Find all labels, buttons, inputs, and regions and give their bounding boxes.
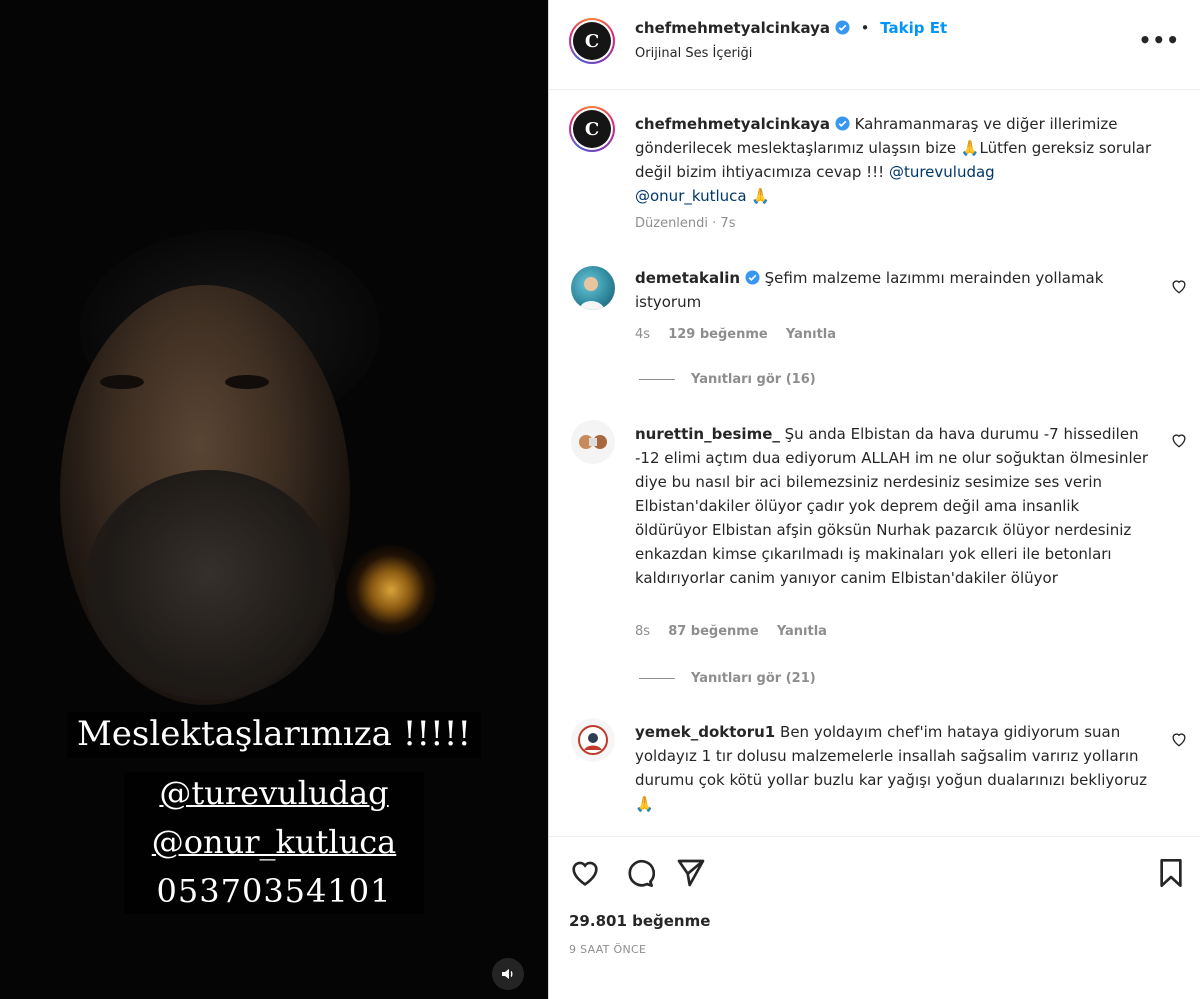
profile-photo-icon <box>579 435 607 449</box>
avatar-logo: C <box>573 22 611 60</box>
comment-bubble-icon[interactable] <box>623 857 655 889</box>
post-caption: chefmehmetyalcinkaya Kahramanmaraş ve di… <box>635 112 1155 208</box>
avatar-logo: C <box>573 110 611 148</box>
video-caption-title: Meslektaşlarımıza !!!!! <box>0 712 548 758</box>
caption-username[interactable]: chefmehmetyalcinkaya <box>635 115 830 133</box>
comment-username[interactable]: yemek_doktoru1 <box>635 723 775 741</box>
comment-likes[interactable]: 87 beğenme <box>668 624 758 639</box>
follow-button[interactable]: Takip Et <box>880 19 947 37</box>
header-separator: • <box>860 19 870 37</box>
caption-emoji: 🙏 <box>746 187 771 205</box>
video-caption-title-text: Meslektaşlarımıza !!!!! <box>66 712 482 758</box>
comment-likes[interactable]: 129 beğenme <box>668 327 768 342</box>
comment-meta: 8s 87 beğenme Yanıtla <box>635 624 841 639</box>
caption-edited-time: Düzenlendi · 7s <box>635 216 736 231</box>
reply-button[interactable]: Yanıtla <box>777 624 827 639</box>
comment-time: 4s <box>635 327 651 342</box>
view-replies-button[interactable]: Yanıtları gör (21) <box>639 671 816 686</box>
reply-button[interactable]: Yanıtla <box>786 327 836 342</box>
avatar[interactable] <box>571 266 615 310</box>
video-light-shape <box>346 545 436 635</box>
avatar[interactable] <box>571 420 615 464</box>
verified-badge-icon <box>835 116 850 131</box>
more-options-button[interactable]: ••• <box>1139 28 1180 52</box>
post-actions: 29.801 beğenme 9 SAAT ÖNCE <box>549 836 1200 999</box>
verified-badge-icon <box>835 20 850 35</box>
video-eye-shape <box>225 375 269 389</box>
video-eye-shape <box>100 375 144 389</box>
verified-badge-icon <box>745 270 760 285</box>
post-timestamp: 9 SAAT ÖNCE <box>569 943 647 956</box>
profile-photo-icon <box>579 277 605 310</box>
comment: nurettin_besime_ Şu anda Elbistan da hav… <box>635 422 1155 590</box>
header-user-line: chefmehmetyalcinkaya • Takip Et <box>635 19 947 37</box>
comment-meta: 4s 129 beğenme Yanıtla <box>635 327 850 342</box>
avatar[interactable]: C <box>569 106 615 152</box>
heart-icon[interactable] <box>1169 276 1189 296</box>
comment: yemek_doktoru1 Ben yoldayım chef'im hata… <box>635 720 1155 816</box>
like-count[interactable]: 29.801 beğenme <box>569 912 710 930</box>
post-media-video[interactable]: Meslektaşlarımıza !!!!! @turevuludag @on… <box>0 0 548 999</box>
avatar[interactable] <box>571 718 615 762</box>
original-audio-link[interactable]: Orijinal Ses İçeriği <box>635 46 752 61</box>
video-beard-shape <box>85 470 335 700</box>
comment: demetakalin Şefim malzeme lazımmı merain… <box>635 266 1155 314</box>
share-send-icon[interactable] <box>675 857 707 889</box>
mention-link[interactable]: @onur_kutluca <box>635 187 747 205</box>
video-caption-phone: 05370354101 <box>156 872 392 910</box>
post-header: C chefmehmetyalcinkaya • Takip Et Orijin… <box>549 0 1200 90</box>
profile-photo-icon <box>578 725 608 755</box>
header-username[interactable]: chefmehmetyalcinkaya <box>635 19 830 37</box>
heart-icon[interactable] <box>1169 729 1189 749</box>
comment-username[interactable]: nurettin_besime_ <box>635 425 780 443</box>
mention-link[interactable]: @turevuludag <box>889 163 995 181</box>
comment-username[interactable]: demetakalin <box>635 269 740 287</box>
avatar[interactable]: C <box>569 18 615 64</box>
heart-icon[interactable] <box>1169 430 1189 450</box>
like-heart-icon[interactable] <box>569 857 601 889</box>
speaker-icon <box>502 969 513 979</box>
audio-toggle-button[interactable] <box>492 958 524 990</box>
view-replies-button[interactable]: Yanıtları gör (16) <box>639 372 816 387</box>
comment-time: 8s <box>635 624 651 639</box>
video-caption-line: @turevuludag <box>159 774 389 812</box>
video-caption-line: @onur_kutluca <box>151 823 397 861</box>
bookmark-icon[interactable] <box>1155 857 1187 889</box>
post-side-panel: C chefmehmetyalcinkaya • Takip Et Orijin… <box>548 0 1200 999</box>
comment-text: Şu anda Elbistan da hava durumu -7 hisse… <box>635 425 1149 587</box>
